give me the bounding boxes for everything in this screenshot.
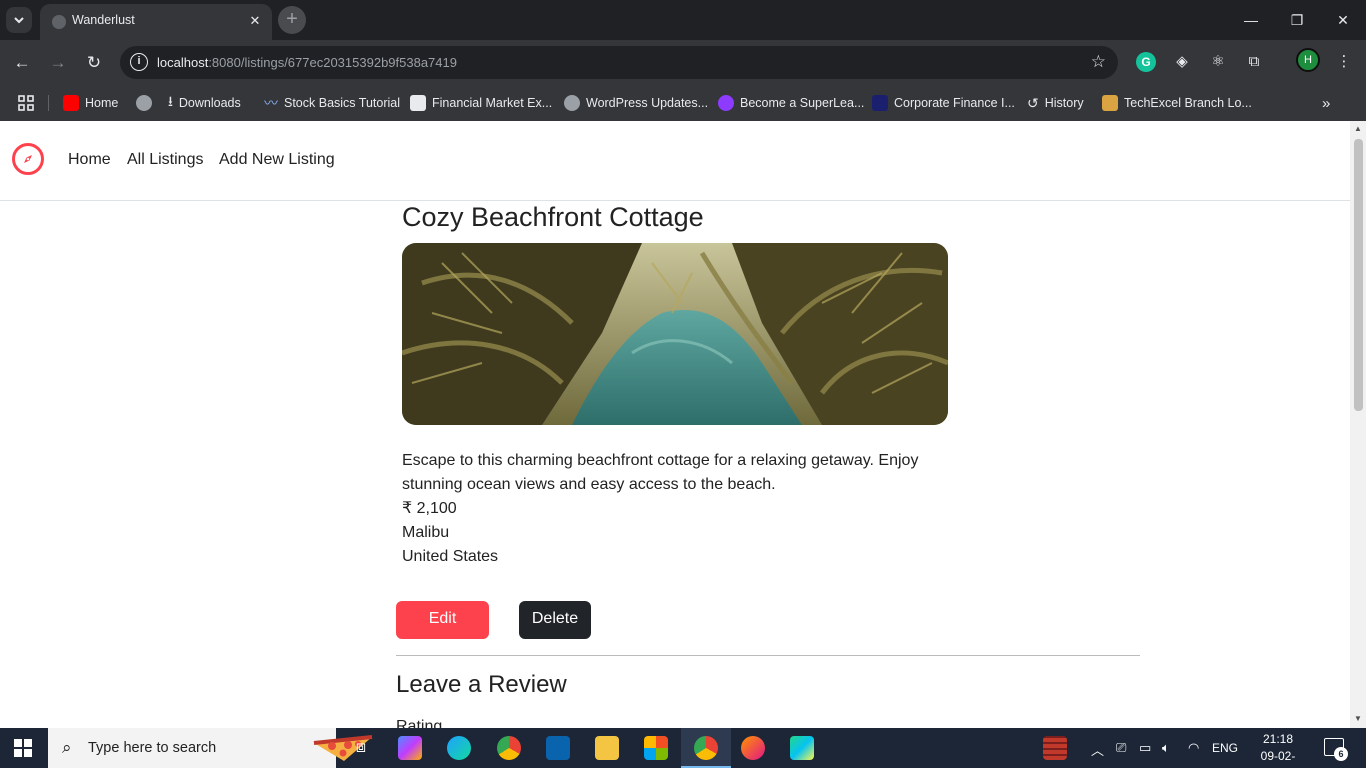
bookmark-downloads[interactable]: ⭳ Downloads [168, 92, 241, 114]
listing-image [402, 243, 948, 425]
download-icon: ⭳ [168, 93, 173, 109]
outlook-icon[interactable] [546, 736, 570, 760]
extension-icon[interactable]: ◈ [1172, 52, 1192, 72]
bookmark-wordpress[interactable]: WordPress Updates... [564, 92, 708, 114]
menu-kebab-icon[interactable]: ⋮ [1334, 52, 1354, 72]
bookmark-corporate-finance[interactable]: Corporate Finance I... [872, 92, 1015, 114]
nav-link-home[interactable]: Home [68, 151, 111, 169]
history-icon: ↺ [1027, 94, 1039, 111]
listing-price: ₹ 2,100 [402, 500, 457, 517]
edge-icon[interactable] [447, 736, 471, 760]
chevron-up-icon[interactable]: ︿ [1091, 740, 1104, 759]
listing-country: United States [402, 548, 499, 565]
webstorm-icon[interactable] [790, 736, 814, 760]
site-info-icon[interactable]: i [130, 53, 148, 71]
bookmark-history[interactable]: ↺ History [1027, 92, 1084, 114]
techexcel-icon [1102, 95, 1118, 111]
bookmark-divider [48, 95, 49, 111]
clock-time: 21:18 [1262, 732, 1294, 746]
u-icon [718, 95, 734, 111]
taskbar-search[interactable]: ⌕ Type here to search [48, 728, 373, 768]
bookmarks-bar: Home ⭳ Downloads 〰 Stock Basics Tutorial F… [0, 85, 1366, 121]
notification-count-badge: 6 [1334, 747, 1348, 761]
globe-icon [564, 95, 580, 111]
globe-icon [52, 15, 66, 29]
tray-app-icon[interactable] [1043, 736, 1067, 760]
close-window-button[interactable]: ✕ [1331, 8, 1355, 32]
browser-tab-strip: Wanderlust ✕ + — ❐ ✕ [0, 0, 1366, 40]
forward-button[interactable]: → [46, 51, 70, 75]
apps-icon[interactable] [18, 92, 34, 114]
compass-icon[interactable] [12, 143, 44, 175]
bookmark-techexcel[interactable]: TechExcel Branch Lo... [1102, 92, 1252, 114]
file-explorer-icon[interactable] [595, 736, 619, 760]
review-heading: Leave a Review [396, 671, 567, 698]
nav-link-all-listings[interactable]: All Listings [127, 151, 203, 169]
nav-link-add-new-listing[interactable]: Add New Listing [219, 151, 335, 169]
bookmark-star-icon[interactable]: ☆ [1091, 52, 1106, 72]
back-button[interactable]: ← [10, 51, 34, 75]
delete-button[interactable]: Delete [519, 601, 591, 639]
scroll-down-icon[interactable]: ▼ [1353, 714, 1363, 724]
search-placeholder: Type here to search [88, 740, 217, 756]
restore-button[interactable]: ❐ [1285, 8, 1309, 32]
search-icon: ⌕ [62, 738, 72, 757]
bookmark-superleague[interactable]: Become a SuperLea... [718, 92, 864, 114]
listing-title: Cozy Beachfront Cottage [402, 202, 704, 232]
profile-avatar[interactable]: H [1296, 48, 1320, 72]
chevron-down-icon [14, 17, 24, 24]
windows-start-icon[interactable] [14, 739, 32, 757]
address-bar[interactable]: i localhost:8080/listings/677ec20315392b… [120, 46, 1118, 79]
chrome-profile-icon[interactable] [694, 736, 718, 760]
listing-location: Malibu [402, 524, 450, 541]
new-tab-button[interactable]: + [278, 6, 306, 34]
bookmark-home[interactable]: Home [63, 92, 118, 114]
battery-icon[interactable]: ▭ [1139, 740, 1151, 756]
section-divider [396, 655, 1140, 656]
wifi-icon[interactable]: ◠ [1188, 740, 1199, 756]
bookmark-globe[interactable] [136, 92, 152, 114]
tab-title: Wanderlust [72, 13, 135, 27]
listing-description: Escape to this charming beachfront cotta… [402, 452, 919, 493]
url-text[interactable]: localhost:8080/listings/677ec20315392b9f… [157, 55, 457, 70]
browser-toolbar: ← → ↻ i localhost:8080/listings/677ec203… [0, 40, 1366, 85]
meet-now-icon[interactable]: ⎚ [1116, 740, 1126, 756]
minimize-button[interactable]: — [1239, 8, 1263, 32]
windows-taskbar: ⌕ Type here to search ⧈ ︿ ⎚ ▭ 🔈︎ ◠ ENG 2… [0, 728, 1366, 768]
chrome-icon[interactable] [497, 736, 521, 760]
tab-wanderlust[interactable]: Wanderlust ✕ [40, 4, 272, 40]
volume-icon[interactable]: 🔈︎ [1162, 740, 1170, 756]
youtube-icon [63, 95, 79, 111]
listing-details: Escape to this charming beachfront cotta… [402, 449, 962, 569]
microsoft-store-icon[interactable] [644, 736, 668, 760]
more-bookmarks-icon[interactable]: » [1322, 92, 1330, 114]
chart-icon: 〰 [264, 95, 278, 111]
reload-button[interactable]: ↻ [82, 51, 106, 75]
task-view-icon[interactable]: ⧈ [349, 736, 373, 760]
page-content: Home All Listings Add New Listing Cozy B… [0, 121, 1350, 728]
scroll-up-icon[interactable]: ▲ [1353, 124, 1363, 134]
tab-search-button[interactable] [6, 7, 32, 33]
scrollbar-thumb[interactable] [1354, 139, 1363, 411]
extensions-puzzle-icon[interactable]: ⧉ [1244, 52, 1264, 72]
page-scrollbar[interactable]: ▲ ▼ [1350, 121, 1366, 728]
bookmark-stock-basics[interactable]: 〰 Stock Basics Tutorial [264, 92, 400, 114]
taskbar-clock[interactable]: 21:18 09-02-2025 [1249, 731, 1307, 768]
globe-icon [136, 95, 152, 111]
bookmark-financial-market[interactable]: Financial Market Ex... [410, 92, 552, 114]
grammarly-icon[interactable]: G [1136, 52, 1156, 72]
firefox-icon[interactable] [741, 736, 765, 760]
clock-date: 09-02-2025 [1260, 749, 1296, 768]
react-devtools-icon[interactable]: ⚛ [1208, 52, 1228, 72]
doc-icon [410, 95, 426, 111]
site-navbar: Home All Listings Add New Listing [0, 121, 1350, 201]
close-icon[interactable]: ✕ [246, 12, 264, 30]
edit-button[interactable]: Edit [396, 601, 489, 639]
rating-label: Rating [396, 718, 443, 728]
copilot-icon[interactable] [398, 736, 422, 760]
cfi-icon [872, 95, 888, 111]
language-indicator[interactable]: ENG [1212, 741, 1238, 755]
